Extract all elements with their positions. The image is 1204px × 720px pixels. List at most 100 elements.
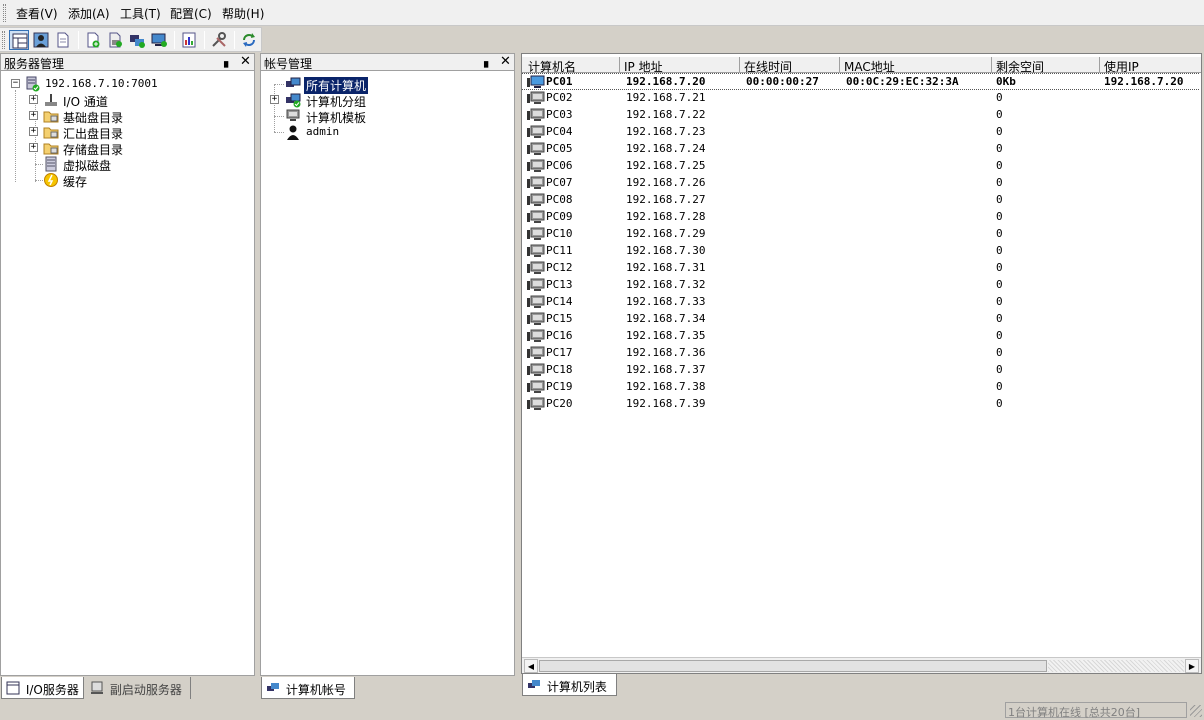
menu-tools[interactable]: 工具(T)	[120, 5, 161, 22]
cell-mac: 00:0C:29:EC:32:3A	[846, 75, 959, 88]
scrollbar-thumb[interactable]	[539, 660, 1047, 672]
close-icon[interactable]: ✕	[240, 54, 251, 69]
cell-ip: 192.168.7.24	[626, 142, 706, 155]
table-row[interactable]: PC07 192.168.7.26 0	[522, 175, 1199, 192]
menu-add[interactable]: 添加(A)	[68, 5, 110, 22]
resize-grip-icon[interactable]	[1190, 705, 1202, 717]
scrollbar-track[interactable]	[1048, 660, 1184, 672]
expand-icon[interactable]: +	[29, 95, 38, 104]
cell-name: PC12	[546, 261, 573, 274]
cell-free: 0	[996, 261, 1003, 274]
add-disk-button[interactable]	[105, 30, 125, 50]
server-view-button[interactable]	[9, 30, 29, 50]
toolbar-separator	[174, 31, 175, 49]
add-group-icon	[130, 35, 145, 48]
expand-icon[interactable]: +	[29, 111, 38, 120]
tab-computer-list[interactable]: 计算机列表	[522, 674, 617, 696]
server-panel-header: 服务器管理 ▖ ✕	[1, 54, 254, 71]
table-row[interactable]: PC20 192.168.7.39 0	[522, 396, 1199, 413]
status-text: 1台计算机在线 [总共20台]	[1005, 702, 1187, 719]
cell-ip: 192.168.7.30	[626, 244, 706, 257]
tree-line	[274, 116, 284, 117]
cell-name: PC08	[546, 193, 573, 206]
menu-config[interactable]: 配置(C)	[170, 5, 212, 22]
table-row[interactable]: PC05 192.168.7.24 0	[522, 141, 1199, 158]
table-row[interactable]: PC13 192.168.7.32 0	[522, 277, 1199, 294]
close-icon[interactable]: ✕	[500, 54, 511, 69]
tree-item-admin[interactable]: admin	[267, 124, 507, 140]
column-header-mac[interactable]: MAC地址	[840, 57, 992, 74]
scroll-left-icon[interactable]: ◀	[524, 659, 538, 673]
table-row[interactable]: PC12 192.168.7.31 0	[522, 260, 1199, 277]
table-row[interactable]: PC14 192.168.7.33 0	[522, 294, 1199, 311]
column-header-ip[interactable]: IP 地址	[620, 57, 740, 74]
folder-icon	[43, 143, 59, 155]
pin-icon[interactable]: ▖	[224, 55, 232, 68]
tree-item-storage-disk[interactable]: + 存储盘目录	[27, 140, 247, 157]
tab-secondary-server[interactable]: 副启动服务器	[86, 677, 191, 699]
server-panel: 服务器管理 ▖ ✕ − 192.168.7.10:7001 + I/O 通道 +…	[0, 53, 255, 676]
tree-item-virtual-disk[interactable]: 虚拟磁盘	[27, 156, 247, 173]
tab-label: I/O服务器	[25, 683, 79, 697]
tree-item-base-disk[interactable]: + 基础盘目录	[27, 108, 247, 125]
expand-icon[interactable]: +	[29, 143, 38, 152]
tree-item-computer-template[interactable]: 计算机模板	[267, 108, 507, 125]
document-button[interactable]	[53, 30, 73, 50]
tree-item-io-channel[interactable]: + I/O 通道	[27, 92, 247, 109]
cell-ip: 192.168.7.37	[626, 363, 706, 376]
add-computer-button[interactable]	[149, 30, 169, 50]
table-row[interactable]: PC16 192.168.7.35 0	[522, 328, 1199, 345]
user-view-button[interactable]	[31, 30, 51, 50]
document-icon	[57, 32, 69, 48]
expand-icon[interactable]: +	[270, 95, 279, 104]
table-row[interactable]: PC15 192.168.7.34 0	[522, 311, 1199, 328]
cell-free: 0	[996, 142, 1003, 155]
computer-icon	[527, 312, 545, 325]
table-row[interactable]: PC11 192.168.7.30 0	[522, 243, 1199, 260]
column-header-name[interactable]: 计算机名	[524, 57, 620, 74]
table-row[interactable]: PC01 192.168.7.20 00:00:00:27 00:0C:29:EC:3…	[522, 73, 1199, 90]
horizontal-scrollbar[interactable]: ◀ ▶	[522, 657, 1201, 673]
tree-line	[15, 90, 16, 182]
tab-io-server[interactable]: I/O服务器	[1, 677, 84, 699]
scroll-right-icon[interactable]: ▶	[1185, 659, 1199, 673]
tree-server-root-label: 192.168.7.10:7001	[45, 77, 158, 90]
tree-item-export-disk[interactable]: + 汇出盘目录	[27, 124, 247, 141]
menu-help[interactable]: 帮助(H)	[222, 5, 264, 22]
cell-name: PC07	[546, 176, 573, 189]
table-row[interactable]: PC09 192.168.7.28 0	[522, 209, 1199, 226]
account-panel-title: 帐号管理	[264, 57, 313, 71]
cell-ip: 192.168.7.32	[626, 278, 706, 291]
pin-icon[interactable]: ▖	[484, 55, 492, 68]
tools-button[interactable]	[209, 30, 229, 50]
all-computers-icon	[286, 77, 301, 87]
table-row[interactable]: PC08 192.168.7.27 0	[522, 192, 1199, 209]
server-icon	[26, 76, 40, 92]
tab-computer-accounts[interactable]: 计算机帐号	[261, 677, 355, 699]
tree-item-computer-groups[interactable]: + 计算机分组	[267, 92, 507, 109]
computer-icon	[527, 159, 545, 172]
computer-icon	[527, 142, 545, 155]
table-row[interactable]: PC17 192.168.7.36 0	[522, 345, 1199, 362]
table-row[interactable]: PC03 192.168.7.22 0	[522, 107, 1199, 124]
tree-item-all-computers[interactable]: 所有计算机	[267, 76, 507, 94]
add-group-button[interactable]	[127, 30, 147, 50]
report-button[interactable]	[179, 30, 199, 50]
column-header-used-ip[interactable]: 使用IP	[1100, 57, 1201, 74]
column-header-online-time[interactable]: 在线时间	[740, 57, 840, 74]
computer-icon	[527, 125, 545, 138]
menu-view[interactable]: 查看(V)	[16, 5, 58, 22]
table-row[interactable]: PC06 192.168.7.25 0	[522, 158, 1199, 175]
table-row[interactable]: PC18 192.168.7.37 0	[522, 362, 1199, 379]
expand-icon[interactable]: +	[29, 127, 38, 136]
refresh-button[interactable]	[239, 30, 259, 50]
table-row[interactable]: PC04 192.168.7.23 0	[522, 124, 1199, 141]
table-row[interactable]: PC10 192.168.7.29 0	[522, 226, 1199, 243]
column-header-free-space[interactable]: 剩余空间	[992, 57, 1100, 74]
tree-item-cache[interactable]: 缓存	[27, 172, 247, 189]
table-row[interactable]: PC02 192.168.7.21 0	[522, 90, 1199, 107]
collapse-icon[interactable]: −	[11, 79, 20, 88]
add-server-button[interactable]	[83, 30, 103, 50]
table-row[interactable]: PC19 192.168.7.38 0	[522, 379, 1199, 396]
tree-server-root[interactable]: − 192.168.7.10:7001	[9, 76, 249, 92]
